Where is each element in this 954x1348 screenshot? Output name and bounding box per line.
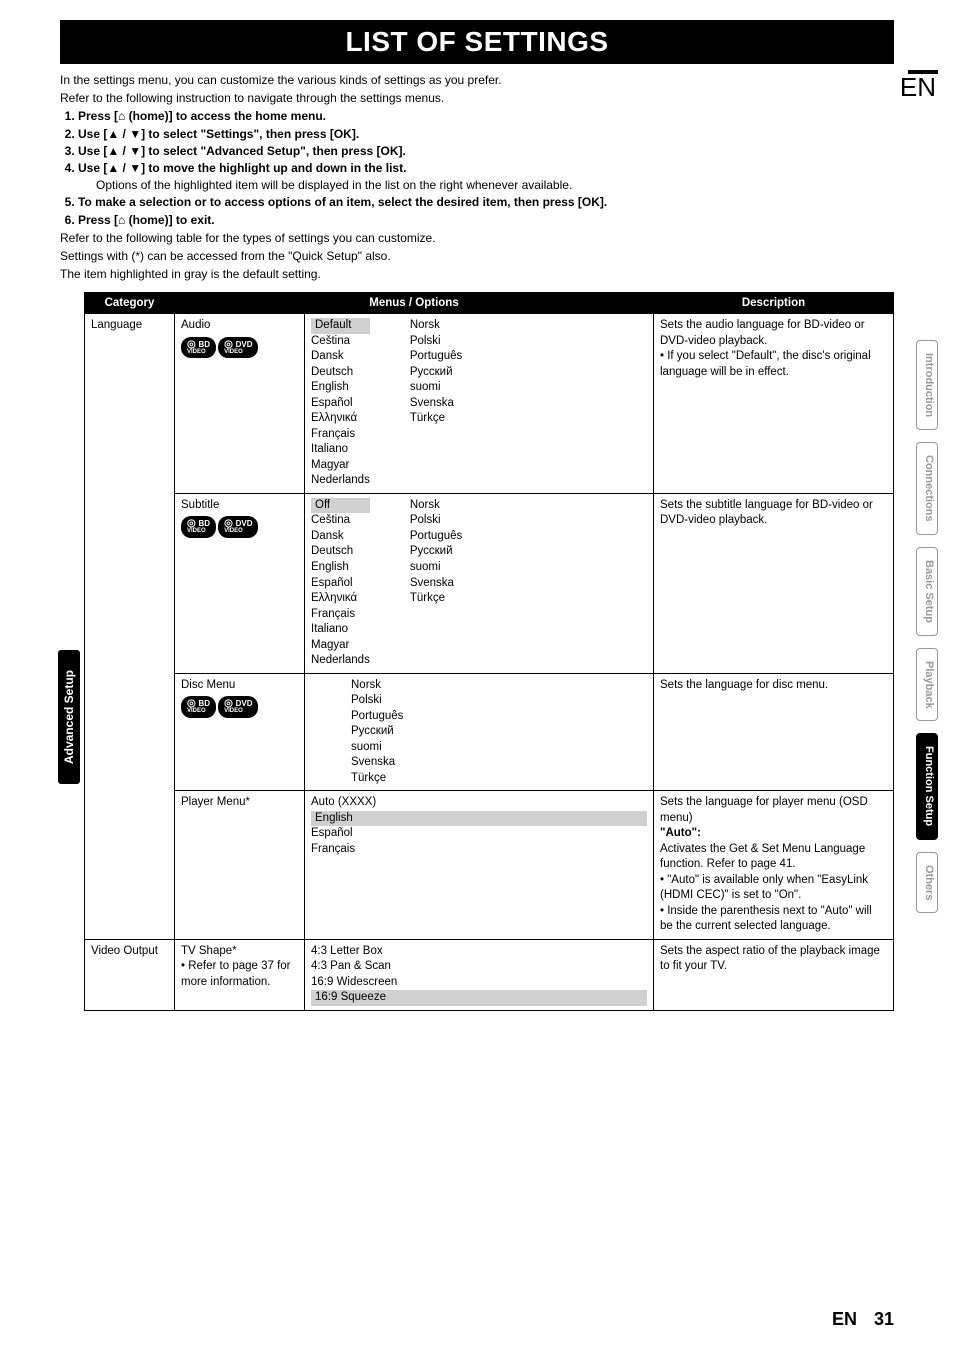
- category-cell: Language: [85, 314, 175, 940]
- tab-function-setup[interactable]: Function Setup: [916, 733, 938, 839]
- options-cell: OffCeštinaDanskDeutschEnglishEspañolΕλλη…: [305, 493, 654, 673]
- intro-p5: The item highlighted in gray is the defa…: [60, 266, 894, 282]
- tab-playback[interactable]: Playback: [916, 648, 938, 722]
- description-cell: Sets the aspect ratio of the playback im…: [654, 939, 894, 1010]
- menu-cell: AudioBDVIDEODVDVIDEO: [175, 314, 305, 494]
- footer-page-number: 31: [874, 1309, 894, 1329]
- intro-p2: Refer to the following instruction to na…: [60, 90, 894, 106]
- tab-basic-setup[interactable]: Basic Setup: [916, 547, 938, 636]
- description-cell: Sets the audio language for BD-video or …: [654, 314, 894, 494]
- step-5: To make a selection or to access options…: [78, 194, 894, 210]
- side-tabs: Introduction Connections Basic Setup Pla…: [916, 340, 944, 925]
- menu-cell: SubtitleBDVIDEODVDVIDEO: [175, 493, 305, 673]
- tab-connections[interactable]: Connections: [916, 442, 938, 535]
- description-cell: Sets the language for player menu (OSD m…: [654, 791, 894, 940]
- options-cell: NorskPolskiPortuguêsРусскийsuomiSvenskaT…: [305, 673, 654, 791]
- description-cell: Sets the subtitle language for BD-video …: [654, 493, 894, 673]
- page-footer: EN 31: [832, 1309, 894, 1330]
- th-menus: Menus / Options: [175, 293, 654, 314]
- step-3: Use [▲ / ▼] to select "Advanced Setup", …: [78, 143, 894, 159]
- step-2: Use [▲ / ▼] to select "Settings", then p…: [78, 126, 894, 142]
- options-cell: Auto (XXXX)EnglishEspañolFrançais: [305, 791, 654, 940]
- th-description: Description: [654, 293, 894, 314]
- th-category: Category: [85, 293, 175, 314]
- intro-p4: Settings with (*) can be accessed from t…: [60, 248, 894, 264]
- tab-introduction[interactable]: Introduction: [916, 340, 938, 430]
- options-cell: DefaultCeštinaDanskDeutschEnglishEspañol…: [305, 314, 654, 494]
- footer-lang: EN: [832, 1309, 857, 1329]
- menu-cell: TV Shape*• Refer to page 37 for more inf…: [175, 939, 305, 1010]
- settings-table: Category Menus / Options Description Lan…: [84, 292, 894, 1011]
- category-cell: Video Output: [85, 939, 175, 1010]
- step-6: Press [⌂ (home)] to exit.: [78, 212, 894, 228]
- description-cell: Sets the language for disc menu.: [654, 673, 894, 791]
- options-cell: 4:3 Letter Box4:3 Pan & Scan16:9 Widescr…: [305, 939, 654, 1010]
- step-1: Press [⌂ (home)] to access the home menu…: [78, 108, 894, 124]
- step-4: Use [▲ / ▼] to move the highlight up and…: [78, 160, 894, 176]
- step-4-sub: Options of the highlighted item will be …: [96, 177, 894, 193]
- language-indicator: EN: [900, 72, 936, 103]
- menu-cell: Player Menu*: [175, 791, 305, 940]
- intro-p3: Refer to the following table for the typ…: [60, 230, 894, 246]
- page-title: LIST OF SETTINGS: [60, 20, 894, 64]
- intro-block: In the settings menu, you can customize …: [60, 72, 894, 282]
- left-section-tab: Advanced Setup: [58, 650, 80, 784]
- menu-cell: Disc MenuBDVIDEODVDVIDEO: [175, 673, 305, 791]
- tab-others[interactable]: Others: [916, 852, 938, 913]
- intro-p1: In the settings menu, you can customize …: [60, 72, 894, 88]
